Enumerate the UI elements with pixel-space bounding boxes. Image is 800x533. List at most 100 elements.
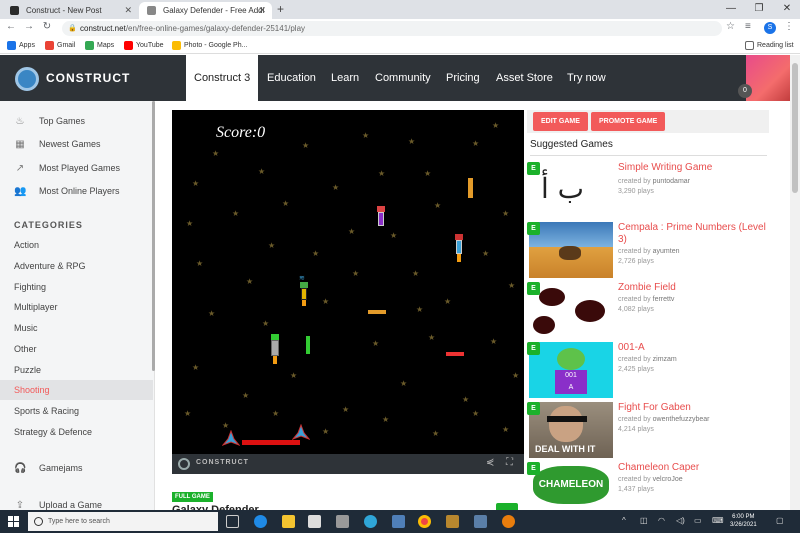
author-name[interactable]: zimzam [653,356,677,363]
scrollbar-thumb[interactable] [792,63,798,193]
category-multiplayer[interactable]: Multiplayer [14,302,58,312]
game-thumbnail[interactable]: DEAL WITH IT [529,402,613,458]
bookmark-gmail[interactable]: Gmail [45,40,75,51]
store-icon[interactable] [308,515,321,528]
sidebar-item-most-played[interactable]: Most Played Games [39,163,120,173]
category-strategy-defence[interactable]: Strategy & Defence [14,427,92,437]
reading-list-button[interactable]: Reading list [745,40,794,51]
nav-education[interactable]: Education [267,55,316,101]
tab-construct-new-post[interactable]: Construct - New Post ✕ [2,2,138,19]
author-name[interactable]: owenthefuzzybear [653,416,710,423]
game-thumbnail[interactable] [529,222,613,278]
volume-icon[interactable]: ◁) [676,516,685,525]
game-thumbnail[interactable]: 001 A [529,342,613,398]
fullscreen-icon[interactable]: ⛶ [506,457,513,468]
close-icon[interactable]: ✕ [124,2,132,19]
suggested-game-card[interactable]: E Cempala : Prime Numbers (Level 3) crea… [527,222,769,278]
game-title-link[interactable]: Cempala : Prime Numbers (Level 3) [618,222,768,246]
category-shooting[interactable]: Shooting [14,385,50,395]
close-window-button[interactable]: ✕ [774,0,800,17]
notifications-icon[interactable]: ▢ [776,516,784,525]
tray-app-icon[interactable]: ◫ [640,516,648,525]
app-icon[interactable] [446,515,459,528]
game-title-link[interactable]: Chameleon Caper [618,462,768,474]
task-view-icon[interactable] [226,515,239,528]
edge-icon[interactable] [364,515,377,528]
battery-icon[interactable]: ▭ [694,516,702,525]
game-canvas[interactable]: ★ ★ ★ ★ ★ ★ ★ ★ ★ ★ ★ ★ ★ ★ ★ ★ ★ ★ ★ ★ ★ ★ ★ ★ ★ ★ ★ ★ ★ ★ ★ ★ ★ ★ ★ ★ ★ ★ ★ ★… [172,110,524,474]
bookmark-google-photos[interactable]: Photo - Google Ph... [172,40,247,51]
file-explorer-icon[interactable] [282,515,295,528]
reload-button[interactable]: ↻ [40,21,54,32]
new-tab-button[interactable]: + [277,2,284,16]
nav-construct-3[interactable]: Construct 3 [186,55,258,101]
sidebar-item-gamejams[interactable]: Gamejams [39,463,83,473]
sidebar-item-most-online[interactable]: Most Online Players [39,186,120,196]
nav-learn[interactable]: Learn [331,55,359,101]
category-action[interactable]: Action [14,240,39,250]
sidebar-item-upload-game[interactable]: Upload a Game [39,500,102,510]
game-title-link[interactable]: 001-A [618,342,768,354]
nav-asset-store[interactable]: Asset Store [496,55,553,101]
minimize-button[interactable]: — [718,0,744,17]
url-field[interactable]: 🔒 construct.net/en/free-online-games/gal… [62,21,722,36]
bookmark-star-icon[interactable]: ☆ [726,21,735,32]
promote-game-button[interactable]: PROMOTE GAME [591,112,666,131]
construct-logo-icon[interactable] [15,67,39,91]
share-icon[interactable]: ⋞ [486,457,494,468]
category-music[interactable]: Music [14,323,38,333]
game-title-link[interactable]: Zombie Field [618,282,768,294]
category-other[interactable]: Other [14,344,37,354]
mail-icon[interactable] [336,515,349,528]
category-puzzle[interactable]: Puzzle [14,365,41,375]
taskbar-search-box[interactable]: Type here to search [28,512,218,531]
forward-button[interactable]: → [22,21,36,32]
tab-galaxy-defender[interactable]: Galaxy Defender - Free Addi ✕ [139,2,272,19]
edit-game-button[interactable]: EDIT GAME [533,112,588,131]
site-logo-text[interactable]: CONSTRUCT [46,71,130,85]
taskbar-clock[interactable]: 6:00 PM 3/26/2021 [730,513,757,529]
blender-icon[interactable] [502,515,515,528]
author-name[interactable]: puntodamar [653,178,690,185]
author-name[interactable]: velcroJoe [653,476,683,483]
tray-chevron-icon[interactable]: ^ [622,516,626,525]
notification-badge[interactable]: 0 [738,84,752,98]
bookmark-apps[interactable]: Apps [7,40,35,51]
suggested-game-card[interactable]: ﺏ ﺃ E Simple Writing Game created by pun… [527,162,769,218]
media-control-icon[interactable]: ≡ [745,21,751,32]
bookmark-maps[interactable]: Maps [85,40,114,51]
nav-try-now[interactable]: Try now [567,55,606,101]
game-title-link[interactable]: Simple Writing Game [618,162,768,174]
category-fighting[interactable]: Fighting [14,282,46,292]
game-title-link[interactable]: Fight For Gaben [618,402,768,414]
network-icon[interactable]: ◠ [658,516,665,525]
app-icon[interactable] [392,515,405,528]
app-icon[interactable] [474,515,487,528]
bookmark-youtube[interactable]: YouTube [124,40,164,51]
game-thumbnail[interactable]: CHAMELEON [529,462,613,510]
suggested-game-card[interactable]: CHAMELEON E Chameleon Caper created by v… [527,462,769,510]
edge-legacy-icon[interactable] [254,515,267,528]
sidebar-item-top-games[interactable]: Top Games [39,116,85,126]
suggested-game-card[interactable]: E Zombie Field created by ferrettv 4,082… [527,282,769,338]
menu-kebab-icon[interactable]: ⋮ [784,21,794,32]
author-name[interactable]: ferrettv [653,296,675,303]
header-promo-image[interactable] [746,55,790,101]
game-thumbnail[interactable]: ﺏ ﺃ [529,162,613,218]
suggested-game-card[interactable]: 001 A E 001-A created by zimzam 2,425 pla… [527,342,769,398]
game-thumbnail[interactable] [529,282,613,338]
page-scrollbar[interactable] [790,55,800,510]
windows-start-icon[interactable] [8,516,19,527]
maximize-button[interactable]: ❐ [746,0,772,17]
nav-pricing[interactable]: Pricing [446,55,480,101]
author-name[interactable]: ayumten [653,248,680,255]
category-adventure-rpg[interactable]: Adventure & RPG [14,261,86,271]
close-icon[interactable]: ✕ [258,2,266,19]
nav-community[interactable]: Community [375,55,431,101]
keyboard-icon[interactable]: ⌨ [712,516,724,525]
back-button[interactable]: ← [4,21,18,32]
suggested-game-card[interactable]: DEAL WITH IT E Fight For Gaben created b… [527,402,769,458]
sidebar-scrollbar[interactable] [152,101,155,371]
chrome-icon[interactable] [418,515,431,528]
profile-avatar[interactable]: S [764,22,776,34]
